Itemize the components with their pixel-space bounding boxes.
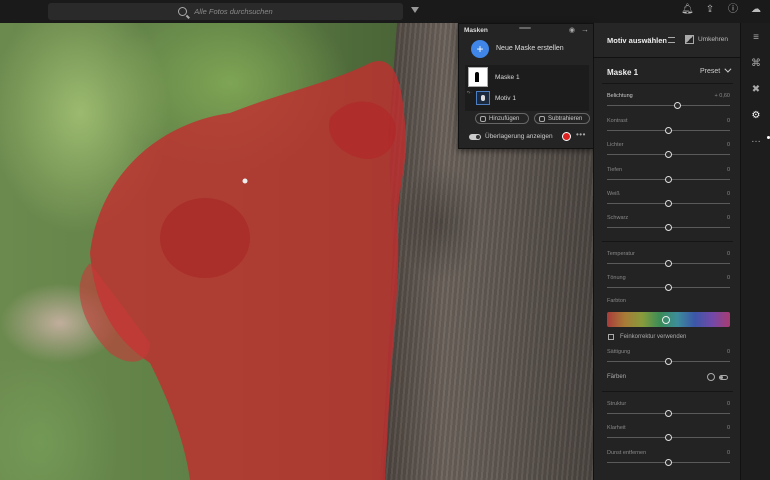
divider <box>602 241 733 242</box>
slider-value[interactable]: + 0,60 <box>715 93 730 99</box>
mask-adjustments-panel: Motiv auswählen Umkehren Maske 1 Preset … <box>593 23 741 480</box>
slider-value[interactable]: 0 <box>727 118 730 124</box>
slider-value[interactable]: 0 <box>727 450 730 456</box>
slider-knob[interactable] <box>665 358 672 365</box>
slider-knob[interactable] <box>665 434 672 441</box>
slider-value[interactable]: 0 <box>727 191 730 197</box>
invert-button[interactable]: Umkehren <box>698 36 728 43</box>
overlay-color-swatch[interactable] <box>562 132 571 141</box>
slider-label: Temperatur <box>607 251 635 257</box>
masking-icon[interactable]: ⚙ <box>749 109 763 123</box>
slider-value[interactable]: 0 <box>727 401 730 407</box>
divider <box>602 391 733 392</box>
more-options-icon[interactable]: ••• <box>576 130 586 139</box>
panel-drag-handle[interactable] <box>519 27 531 29</box>
hue-label: Farbton <box>607 298 626 304</box>
slider-knob[interactable] <box>673 102 681 109</box>
add-button-label: Hinzufügen <box>489 116 520 122</box>
slider-value[interactable]: 0 <box>727 275 730 281</box>
slider-label: Sättigung <box>607 349 631 355</box>
preset-dropdown[interactable]: Preset <box>700 68 729 75</box>
mask-1-thumbnail[interactable] <box>468 67 488 87</box>
slider-track[interactable] <box>607 105 730 106</box>
slider-value[interactable]: 0 <box>727 142 730 148</box>
eye-icon[interactable]: ◉ <box>569 26 575 34</box>
slider-knob[interactable] <box>665 410 672 417</box>
new-mask-label[interactable]: Neue Maske erstellen <box>496 45 564 52</box>
search-input[interactable]: Alle Fotos durchsuchen <box>194 7 272 16</box>
collapse-arrow-icon[interactable]: → <box>581 25 589 34</box>
add-button[interactable]: Hinzufügen <box>475 113 529 124</box>
color-toggle[interactable] <box>719 375 728 380</box>
edit-sliders-icon[interactable]: ≡ <box>749 31 763 45</box>
slider-value[interactable]: 0 <box>727 251 730 257</box>
slider-label: Dunst entfernen <box>607 450 647 456</box>
color-swatch[interactable] <box>707 373 715 381</box>
top-bar: Alle Fotos durchsuchen 🔔︎ ⇪ ⓘ ☁ <box>0 0 770 24</box>
subtract-button[interactable]: Subtrahieren <box>534 113 590 124</box>
mask-list: Ty... Maske 1 Motiv 1 <box>465 65 589 111</box>
new-mask-button[interactable]: + <box>471 40 489 58</box>
fine-tune-label: Feinkorrektur verwenden <box>620 334 687 340</box>
mask-title: Maske 1 <box>607 68 639 77</box>
slider-knob[interactable] <box>665 284 672 291</box>
more-icon[interactable]: … <box>749 133 763 147</box>
slider-knob[interactable] <box>665 459 672 466</box>
overlay-label: Überlagerung anzeigen <box>485 133 553 140</box>
top-icons: 🔔︎ ⇪ ⓘ ☁ <box>681 4 762 16</box>
crop-icon[interactable]: ⌘ <box>749 57 763 71</box>
slider-value[interactable]: 0 <box>727 425 730 431</box>
list-icon[interactable] <box>668 37 675 43</box>
overlay-toggle[interactable] <box>469 134 481 140</box>
slider-knob[interactable] <box>665 127 672 134</box>
slider-label: Weiß <box>607 191 620 197</box>
divider <box>602 83 733 84</box>
slider-label: Lichter <box>607 142 624 148</box>
slider-label: Schwarz <box>607 215 629 221</box>
tool-strip: ≡ ⌘ ✖ ⚙ … <box>740 23 770 480</box>
slider-label: Tiefen <box>607 167 623 173</box>
panel-header: Motiv auswählen Umkehren <box>594 23 741 58</box>
slider-label: Struktur <box>607 401 627 407</box>
hue-knob[interactable] <box>662 316 670 324</box>
slider-value[interactable]: 0 <box>727 215 730 221</box>
masks-panel: Masken ◉ → + Neue Maske erstellen Ty... … <box>458 23 594 149</box>
slider-knob[interactable] <box>665 176 672 183</box>
slider-knob[interactable] <box>665 151 672 158</box>
slider-value[interactable]: 0 <box>727 167 730 173</box>
share-icon[interactable]: ⇪ <box>704 4 716 16</box>
slider-value[interactable]: 0 <box>727 349 730 355</box>
subtract-button-label: Subtrahieren <box>548 116 583 122</box>
slider-knob[interactable] <box>665 260 672 267</box>
filter-icon[interactable] <box>411 7 419 13</box>
subtract-mask-icon <box>539 116 545 122</box>
slider-label: Belichtung <box>607 93 633 99</box>
plus-icon: + <box>476 42 484 56</box>
slider-knob[interactable] <box>665 200 672 207</box>
slider-knob[interactable] <box>665 224 672 231</box>
masks-panel-title: Masken <box>464 27 488 34</box>
bell-icon[interactable]: 🔔︎ <box>681 4 694 16</box>
slider-label: Tönung <box>607 275 626 281</box>
fine-tune-checkbox[interactable] <box>608 334 614 340</box>
slider-label: Kontrast <box>607 118 628 124</box>
cloud-sync-icon[interactable]: ☁ <box>750 4 762 16</box>
panel-title: Motiv auswählen <box>607 36 668 45</box>
color-label: Färben <box>607 374 627 380</box>
add-mask-icon <box>480 116 486 122</box>
search-icon <box>178 7 188 16</box>
invert-icon[interactable] <box>685 35 694 44</box>
slider-label: Klarheit <box>607 425 626 431</box>
motif-1-name[interactable]: Motiv 1 <box>495 95 516 102</box>
mask-1-name[interactable]: Maske 1 <box>495 74 520 81</box>
healing-icon[interactable]: ✖ <box>749 83 763 97</box>
motif-1-thumbnail[interactable] <box>476 91 490 105</box>
mask-thumb-caption: Ty... <box>467 90 473 94</box>
search-field[interactable]: Alle Fotos durchsuchen <box>48 3 403 20</box>
help-icon[interactable]: ⓘ <box>727 4 739 16</box>
